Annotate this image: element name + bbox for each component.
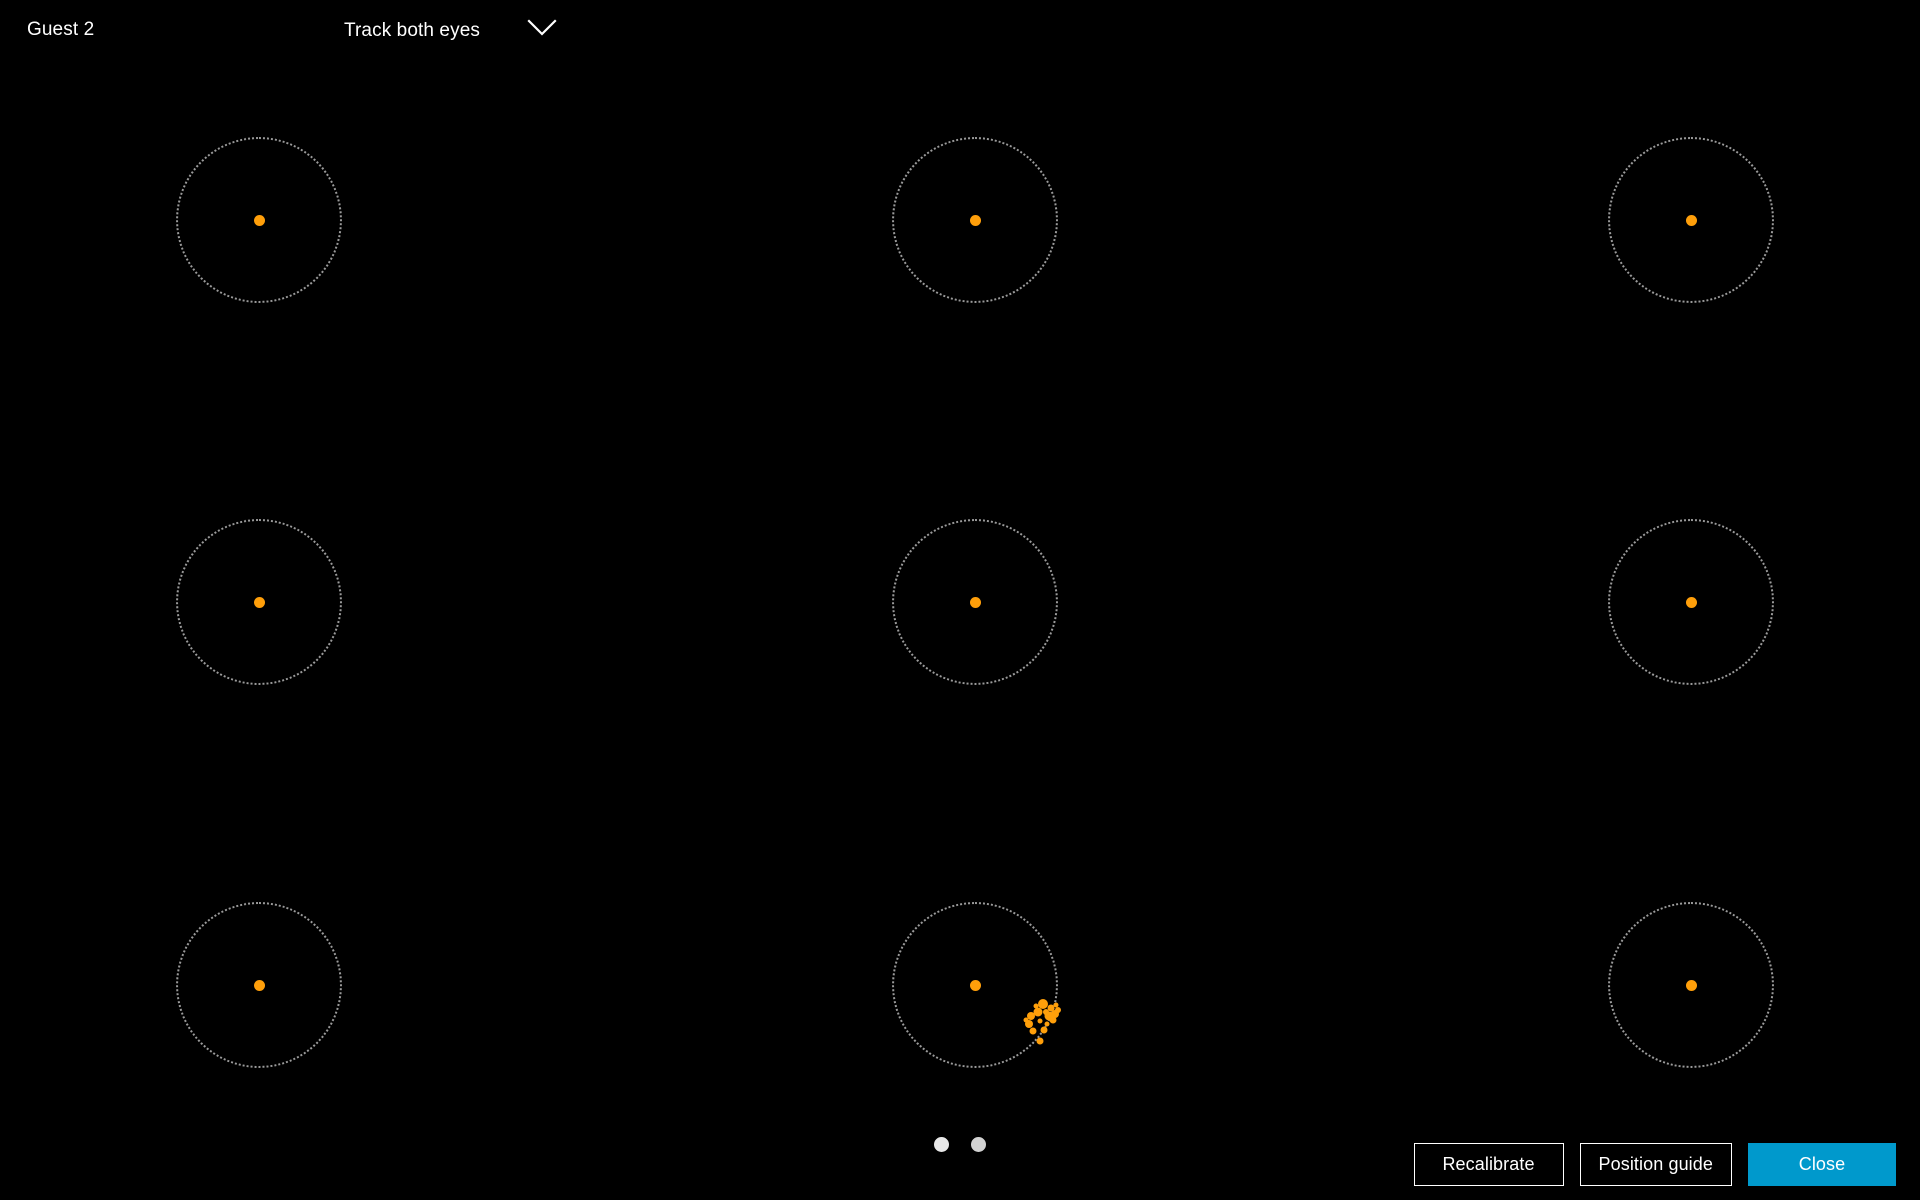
target-center-dot [253,214,265,226]
page-indicator-dot[interactable] [934,1137,949,1152]
target-center-dot [1685,979,1697,991]
target-bottom-left [176,902,342,1068]
gaze-point [1029,1027,1037,1035]
target-center-dot [1685,596,1697,608]
target-center-dot [1685,214,1697,226]
target-center-dot [969,214,981,226]
gaze-point [1049,1016,1057,1024]
gaze-point [1053,1002,1059,1008]
position-guide-button[interactable]: Position guide [1579,1143,1732,1186]
target-top-center [892,137,1058,303]
target-top-right [1608,137,1774,303]
gaze-point [1055,1007,1061,1013]
target-center-dot [969,979,981,991]
gaze-point [1037,1018,1043,1024]
target-top-left [176,137,342,303]
gaze-point [1023,1017,1029,1023]
target-bottom-right [1608,902,1774,1068]
footer-button-group: Recalibrate Position guide Close [1413,1143,1896,1186]
calibration-target-grid [0,0,1920,1200]
target-center-dot [253,596,265,608]
page-indicator-dot[interactable] [971,1137,986,1152]
target-middle-right [1608,519,1774,685]
recalibrate-button[interactable]: Recalibrate [1413,1143,1564,1186]
gaze-point [1044,1021,1050,1027]
calibration-screen: Guest 2 Track both eyes Recalibrate Posi… [0,0,1920,1200]
gaze-point [1033,1003,1039,1009]
target-center-dot [969,596,981,608]
target-bottom-center [892,902,1058,1068]
gaze-point [1036,1037,1044,1045]
gaze-point [1040,1026,1048,1034]
close-button[interactable]: Close [1748,1143,1896,1186]
target-center-dot [253,979,265,991]
target-middle-left [176,519,342,685]
target-middle-center [892,519,1058,685]
